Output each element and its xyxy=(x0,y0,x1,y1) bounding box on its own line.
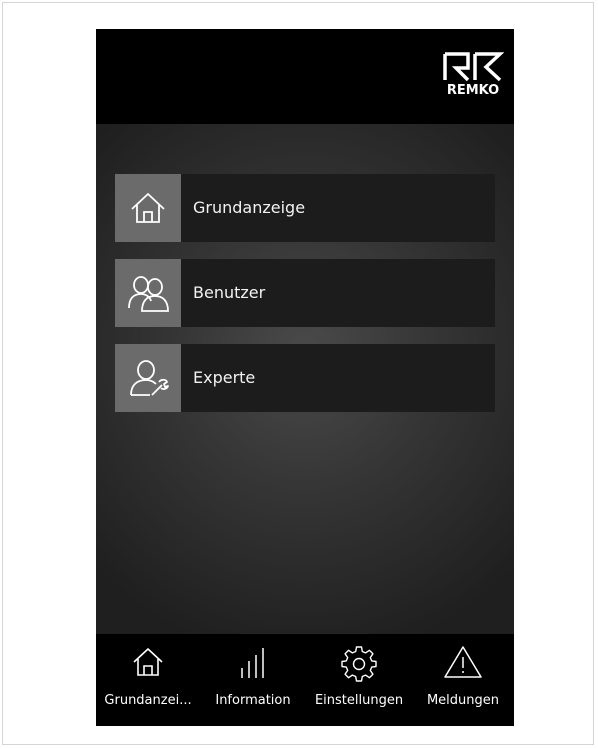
menu-item-experte[interactable]: Experte xyxy=(115,344,495,412)
menu-item-label: Experte xyxy=(193,368,256,387)
users-icon xyxy=(115,259,181,327)
menu-item-grundanzeige[interactable]: Grundanzeige xyxy=(115,174,495,242)
nav-tab-einstellungen[interactable]: Einstellungen xyxy=(306,634,412,726)
home-icon xyxy=(133,648,163,676)
bottom-navbar: Grundanzei... Information Einstellungen xyxy=(96,634,514,726)
home-icon xyxy=(115,174,181,242)
nav-label: Meldungen xyxy=(426,693,500,708)
nav-label: Einstellungen xyxy=(314,693,404,708)
menu-item-label: Benutzer xyxy=(193,283,266,302)
nav-tab-meldungen[interactable]: Meldungen xyxy=(412,634,514,726)
expert-user-wrench-icon xyxy=(115,344,181,412)
nav-tab-grundanzeige[interactable]: Grundanzei... xyxy=(96,634,200,726)
gear-icon xyxy=(341,646,377,682)
menu-item-label: Grundanzeige xyxy=(193,198,306,217)
window-frame: REMKO Grundanzeige Benutzer Experte Grun… xyxy=(2,2,594,745)
nav-label: Information xyxy=(215,693,291,708)
device-screen: REMKO Grundanzeige Benutzer Experte Grun… xyxy=(96,29,514,726)
menu-item-benutzer[interactable]: Benutzer xyxy=(115,259,495,327)
nav-tab-information[interactable]: Information xyxy=(200,634,306,726)
remko-logo: REMKO xyxy=(442,51,504,101)
remko-logo-mark xyxy=(443,52,504,82)
nav-label: Grundanzei... xyxy=(104,693,192,708)
bar-chart-icon xyxy=(241,648,264,678)
main-menu: Grundanzeige Benutzer Experte xyxy=(96,124,514,634)
header-bar: REMKO xyxy=(96,29,514,124)
logo-text: REMKO xyxy=(446,83,500,98)
warning-icon xyxy=(444,646,482,678)
